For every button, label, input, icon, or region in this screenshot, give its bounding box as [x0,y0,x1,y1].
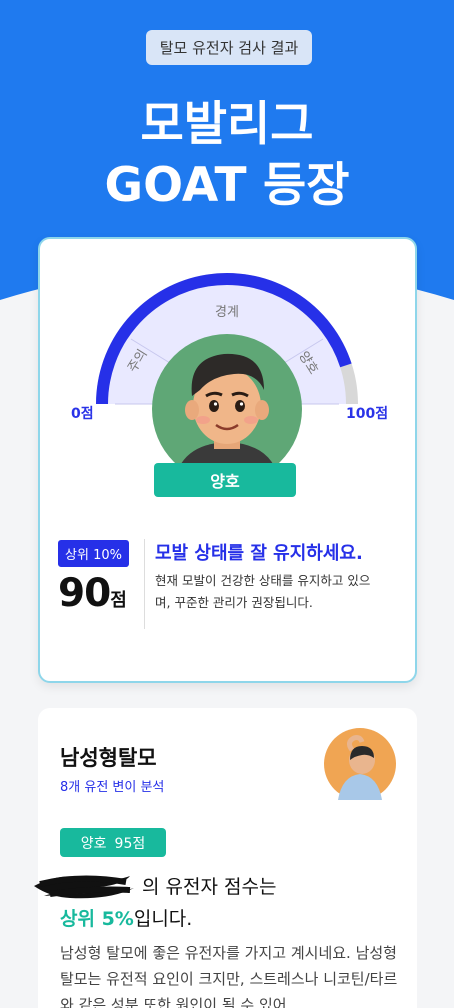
detail-status: 양호 [80,835,107,852]
rank-badge: 상위 10% [58,540,129,567]
detail-line2: 상위 5%입니다. [60,904,192,931]
detail-subtitle: 8개 유전 변이 분석 [60,780,165,795]
hair-loss-illustration [324,728,396,800]
result-headline: 모발 상태를 잘 유지하세요. [155,543,363,564]
detail-status-badge: 양호 95점 [60,828,166,857]
gauge-min-label: 0점 [71,406,94,422]
page-title-line1: 모발리그 [140,97,314,152]
score-card: 주의 경계 양호 0점 100점 양호 상위 10% 90점 모발 상태를 잘 … [38,237,417,683]
detail-title: 남성형탈모 [60,746,157,770]
result-label-pill: 탈모 유전자 검사 결과 [146,30,312,65]
divider [144,539,145,629]
result-description: 현재 모발이 건강한 상태를 유지하고 있으며, 꾸준한 관리가 권장됩니다. [155,573,371,610]
score-unit: 점 [110,590,127,611]
detail-card[interactable]: 남성형탈모 8개 유전 변이 분석 양호 95점 의 유전자 점수는 상위 5%… [34,708,417,1008]
detail-body: 남성형 탈모에 좋은 유전자를 가지고 계시네요. 남성형 탈모는 유전적 요인… [60,944,398,1008]
redaction-scribble [34,875,134,899]
status-badge: 양호 [154,463,296,497]
detail-rank-highlight: 상위 5% [60,908,134,930]
page-title-line2: GOAT 등장 [104,158,350,213]
gauge-max-label: 100점 [346,406,389,422]
detail-line2-text: 입니다. [133,908,193,930]
detail-score: 95점 [114,835,146,852]
avatar [152,334,302,484]
gauge-label-caution: 경계 [215,305,239,320]
score-value: 90 [58,571,111,616]
detail-line1-text: 의 유전자 점수는 [142,876,277,898]
score-display: 90점 [58,571,127,616]
